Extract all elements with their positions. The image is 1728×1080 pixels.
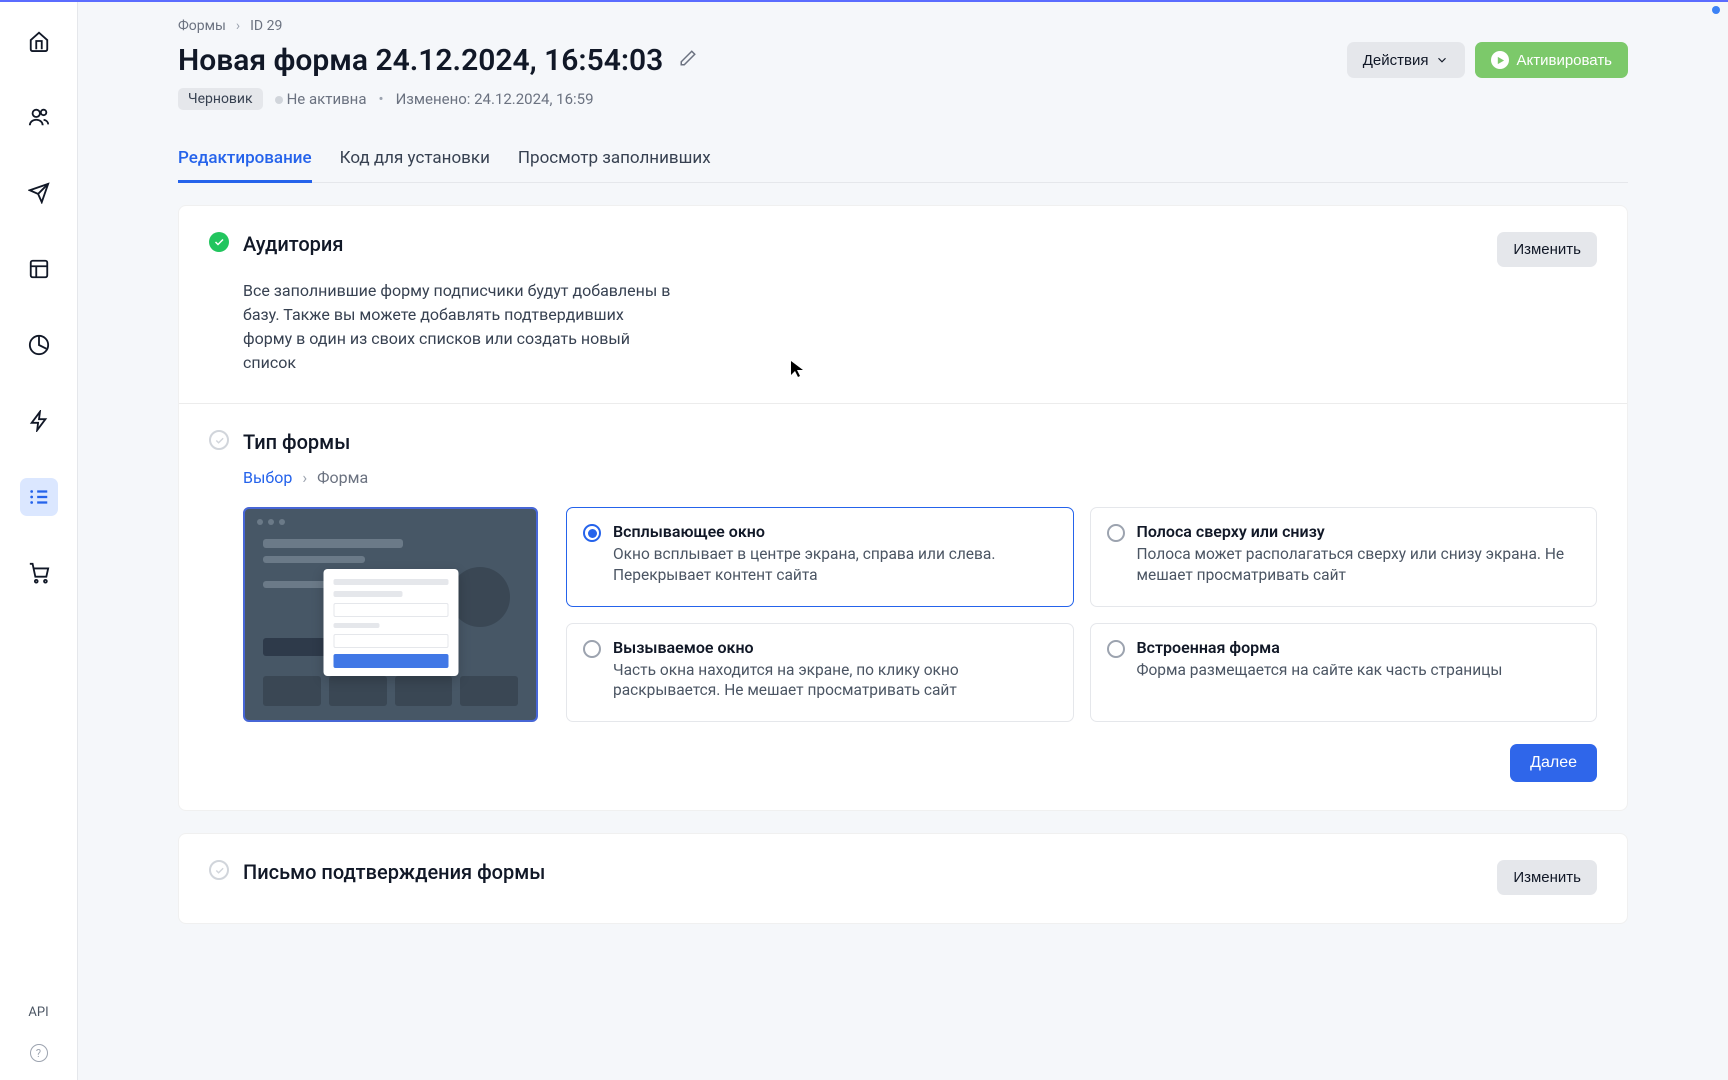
play-icon [1491,51,1509,69]
bolt-icon [28,410,50,432]
radio-icon [1107,524,1125,542]
edit-title-icon[interactable] [679,49,697,71]
actions-dropdown[interactable]: Действия [1347,42,1466,78]
separator-icon: • [379,90,384,108]
users-icon [28,106,50,128]
section-confirm-title: Письмо подтверждения формы [243,860,545,884]
cart-icon [28,562,50,584]
form-type-preview [243,507,538,722]
help-icon[interactable]: ? [30,1044,48,1062]
page-title: Новая форма 24.12.2024, 16:54:03 [178,43,663,78]
chevron-right-icon: › [236,18,240,34]
option-popup[interactable]: Всплывающее окно Окно всплывает в центре… [566,507,1074,607]
breadcrumb: Формы › ID 29 [178,18,1628,34]
section-form-type-title: Тип формы [243,430,350,454]
sub-crumb-choice[interactable]: Выбор [243,468,292,487]
meta-row: Черновик Не активна • Изменено: 24.12.20… [178,88,1628,110]
nav-home[interactable] [20,22,58,60]
option-slide-desc: Часть окна находится на экране, по клику… [613,660,1057,702]
option-bar-desc: Полоса может располагаться сверху или сн… [1137,544,1581,586]
send-icon [28,182,50,204]
option-inline-desc: Форма размещается на сайте как часть стр… [1137,660,1503,681]
next-button[interactable]: Далее [1510,744,1597,782]
cursor-icon [790,360,804,382]
activate-button-label: Активировать [1516,52,1612,69]
nav-send[interactable] [20,174,58,212]
option-inline[interactable]: Встроенная форма Форма размещается на са… [1090,623,1598,723]
nav-analytics[interactable] [20,326,58,364]
section-audience-title: Аудитория [243,232,343,256]
actions-dropdown-label: Действия [1363,52,1429,69]
piechart-icon [28,334,50,356]
layout-icon [28,258,50,280]
tab-install-code[interactable]: Код для установки [340,138,490,182]
radio-icon [583,640,601,658]
notification-dot-icon [1712,6,1720,14]
step-circle-icon [209,860,229,880]
breadcrumb-forms[interactable]: Формы [178,18,226,34]
option-slide[interactable]: Вызываемое окно Часть окна находится на … [566,623,1074,723]
radio-icon [1107,640,1125,658]
list-icon [28,486,50,508]
audience-edit-button[interactable]: Изменить [1497,232,1597,267]
modified-text: Изменено: 24.12.2024, 16:59 [396,90,594,108]
nav-forms[interactable] [20,478,58,516]
option-inline-title: Встроенная форма [1137,638,1503,657]
option-popup-title: Всплывающее окно [613,522,1057,541]
option-bar[interactable]: Полоса сверху или снизу Полоса может рас… [1090,507,1598,607]
step-circle-icon [209,430,229,450]
sidebar: API ? [0,0,78,1080]
option-slide-title: Вызываемое окно [613,638,1057,657]
activate-button[interactable]: Активировать [1475,42,1628,78]
nav-api[interactable]: API [28,1005,48,1020]
chevron-right-icon: › [302,468,307,487]
audience-description: Все заполнившие форму подписчики будут д… [243,279,673,375]
home-icon [28,30,50,52]
radio-icon [583,524,601,542]
option-popup-desc: Окно всплывает в центре экрана, справа и… [613,544,1057,586]
tab-editing[interactable]: Редактирование [178,138,312,182]
confirm-edit-button[interactable]: Изменить [1497,860,1597,895]
nav-layout[interactable] [20,250,58,288]
status-dot-icon [275,96,283,104]
check-circle-icon [209,232,229,252]
status-text: Не активна [287,90,367,108]
nav-users[interactable] [20,98,58,136]
sub-crumb-form: Форма [317,468,368,487]
breadcrumb-id: ID 29 [250,18,282,34]
chevron-down-icon [1435,53,1449,67]
nav-automation[interactable] [20,402,58,440]
tab-viewers[interactable]: Просмотр заполнивших [518,138,711,182]
nav-shop[interactable] [20,554,58,592]
option-bar-title: Полоса сверху или снизу [1137,522,1581,541]
draft-badge: Черновик [178,88,263,110]
